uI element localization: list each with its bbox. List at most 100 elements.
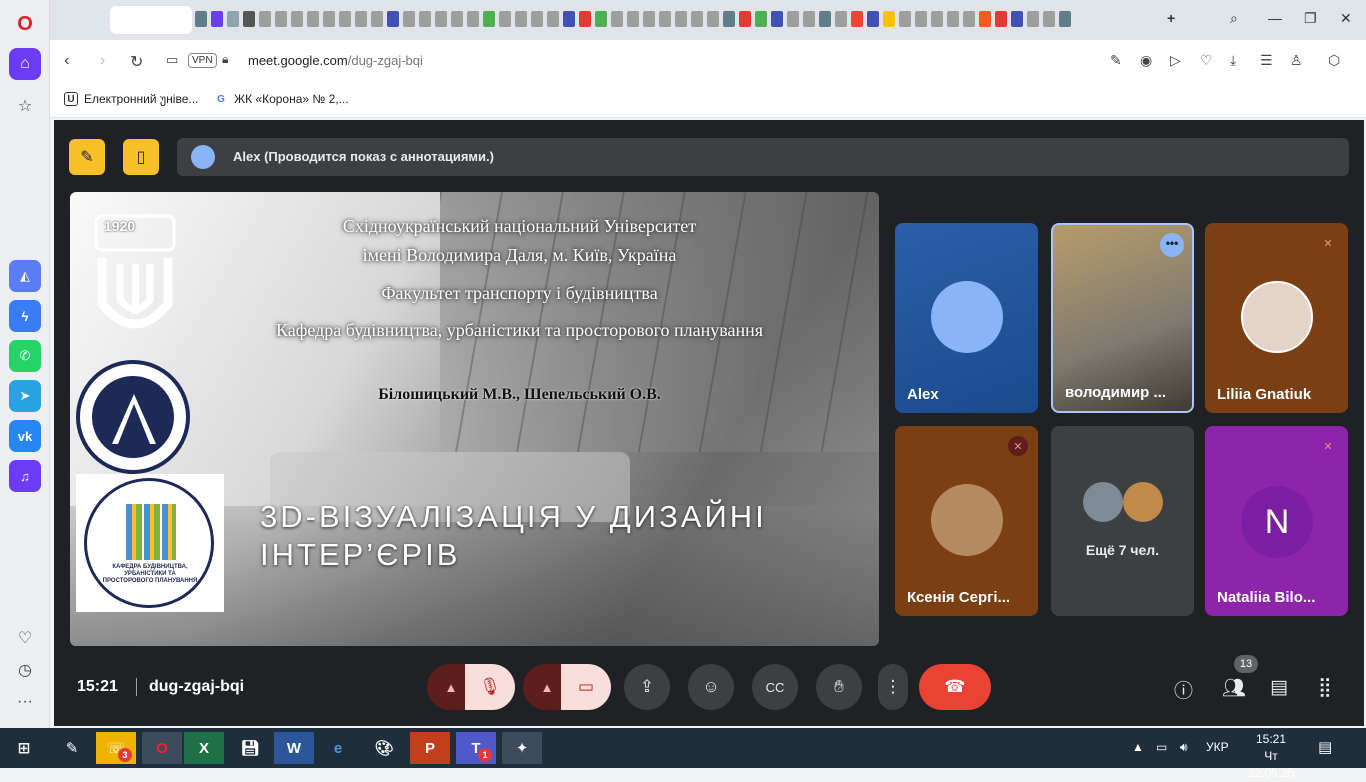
google-icon: G	[217, 93, 225, 105]
teams-badge: 1	[478, 748, 492, 762]
excel-icon[interactable]: X	[184, 732, 224, 764]
presentation-banner: Alex (Проводится показ с аннотациями.)	[177, 138, 1349, 176]
participant-tile-volodymyr[interactable]: ••• володимир ...	[1051, 223, 1194, 413]
forward-icon[interactable]: ›	[100, 52, 105, 70]
teams-icon[interactable]: T 1	[456, 732, 496, 764]
vk-icon[interactable]: vk	[9, 420, 41, 452]
opera-sidebar: O ⌂ ☆ ◭ ϟ ✆ ➤ vk ♫ ♡ ◷ ···	[0, 0, 50, 728]
url-path: /dug-zgaj-bqi	[347, 53, 423, 68]
aria-icon[interactable]: ◭	[9, 260, 41, 292]
mic-off-button[interactable]: 🎙︎	[465, 664, 515, 710]
back-icon[interactable]: ‹	[64, 52, 69, 70]
mic-off-icon: ✕	[1008, 436, 1028, 456]
emoji-button[interactable]: ☺	[688, 664, 734, 710]
url-field[interactable]: meet.google.com/dug-zgaj-bqi	[248, 53, 423, 68]
notifications-icon[interactable]: ▤	[1318, 738, 1332, 756]
save-disk-icon[interactable]: 💾︎	[230, 732, 270, 764]
slide-title-line2: ІНТЕР’ЄРІВ	[260, 537, 461, 572]
participant-name: Liliia Gnatiuk	[1217, 386, 1312, 403]
slide-title-line1: 3D-ВІЗУАЛІЗАЦІЯ У ДИЗАЙНІ	[260, 499, 767, 534]
avatar	[1123, 482, 1163, 522]
avatar	[931, 484, 1003, 556]
close-icon[interactable]: ✕	[1340, 10, 1352, 27]
search-tabs-icon[interactable]: ⌕	[1230, 10, 1238, 27]
profile-icon[interactable]: ♙	[1290, 52, 1303, 69]
more-options-button[interactable]: ⋮	[878, 664, 908, 710]
powerpoint-icon[interactable]: P	[410, 732, 450, 764]
participant-tile-kseniia[interactable]: ✕ Ксенія Сергі...	[895, 426, 1038, 616]
leave-call-button[interactable]: ☎︎	[919, 664, 991, 710]
history-icon[interactable]: ◷	[9, 654, 41, 686]
extensions-icon[interactable]: ⬡	[1328, 52, 1340, 69]
snapshot-icon[interactable]: ◉	[1140, 52, 1152, 69]
paint-icon[interactable]: 🎨︎	[364, 732, 404, 764]
annotation-panel-icon[interactable]: ▯	[123, 139, 159, 175]
avatar	[931, 281, 1003, 353]
reload-icon[interactable]: ↻	[130, 52, 143, 72]
activities-icon[interactable]: ⣿	[1318, 676, 1332, 699]
star-icon[interactable]: ☆	[9, 90, 41, 122]
participant-tile-others[interactable]: Ещё 7 чел.	[1051, 426, 1194, 616]
participant-name: Nataliia Bilo...	[1217, 589, 1316, 606]
chat-icon[interactable]: ▤	[1270, 676, 1288, 699]
pinned-app-icon[interactable]: ✎	[52, 732, 92, 764]
more-options-icon[interactable]: •••	[1160, 233, 1184, 257]
stop-annotation-icon[interactable]: ✎	[69, 139, 105, 175]
taskbar-clock[interactable]: 15:21 Чт 22.05.25	[1240, 731, 1302, 782]
home-icon[interactable]: ⌂	[9, 48, 41, 80]
department-badge-icon: КАФЕДРА БУДІВНИЦТВА, УРБАНІСТИКИ ТА ПРОС…	[76, 474, 224, 612]
raise-hand-button[interactable]: ✋︎	[816, 664, 862, 710]
captions-button[interactable]: CC	[752, 664, 798, 710]
opera-taskbar-icon[interactable]: O	[142, 732, 182, 764]
tab-google-meet[interactable]	[110, 6, 192, 34]
messenger-icon[interactable]: ϟ	[9, 300, 41, 332]
participant-name: володимир ...	[1065, 384, 1167, 401]
bookmark-university[interactable]: U Електронний უніве...	[64, 92, 198, 106]
opera-logo-icon[interactable]: O	[9, 8, 41, 40]
participant-tile-nataliia[interactable]: ✕ N Nataliia Bilo...	[1205, 426, 1348, 616]
others-count: Ещё 7 чел.	[1085, 542, 1160, 558]
menu-icon[interactable]: ☰	[1260, 52, 1273, 69]
maximize-icon[interactable]: ❐	[1304, 10, 1317, 27]
participant-tile-alex[interactable]: Alex	[895, 223, 1038, 413]
edit-icon[interactable]: ✎	[1110, 52, 1122, 69]
participant-name: Ксенія Сергі...	[907, 589, 1011, 606]
volume-icon[interactable]: 🔊︎	[1180, 740, 1188, 755]
favorite-icon[interactable]: ♡	[1200, 52, 1213, 69]
bookmarks-bar: U Електронний უніве... G ЖК «Корона» № 2…	[50, 82, 1366, 118]
new-tab-icon[interactable]: +	[1167, 10, 1175, 26]
tray-chevron-icon[interactable]: ▲	[1132, 740, 1144, 754]
lock-icon[interactable]: 🔒︎	[222, 52, 228, 67]
battery-icon[interactable]: ▭	[1156, 740, 1167, 754]
faculty-road-shape-inner	[118, 404, 150, 444]
people-icon[interactable]: 👥︎	[1222, 676, 1246, 700]
whatsapp-icon[interactable]: ✆	[9, 340, 41, 372]
windows-start-icon[interactable]: ⊞	[4, 732, 44, 764]
more-icon[interactable]: ···	[9, 686, 41, 718]
bookmark-label: Електронний უніве...	[84, 92, 199, 106]
presenter-avatar	[191, 145, 215, 169]
participant-tile-liliia[interactable]: ✕ Liliia Gnatiuk	[1205, 223, 1348, 413]
minimize-icon[interactable]: —	[1268, 10, 1282, 26]
word-icon[interactable]: W	[274, 732, 314, 764]
tab-favicons[interactable]	[195, 10, 1205, 30]
camera-off-button[interactable]: ▭	[561, 664, 611, 710]
presentation-slide[interactable]: 1920 КАФЕДРА БУДІВНИЦТВА, УРБАНІСТИКИ ТА…	[70, 192, 879, 646]
avatar	[1241, 281, 1313, 353]
meeting-details-icon[interactable]: ⓘ	[1174, 676, 1193, 703]
heart-icon[interactable]: ♡	[9, 622, 41, 654]
present-screen-button[interactable]: ⇪	[624, 664, 670, 710]
slide-line-university: Східноукраїнський національний Університ…	[342, 216, 697, 236]
language-indicator[interactable]: УКР	[1206, 740, 1229, 754]
player-icon[interactable]: ♫	[9, 460, 41, 492]
download-icon[interactable]: ⤓	[1230, 52, 1236, 69]
vpn-badge[interactable]: VPN	[188, 53, 217, 68]
url-host: meet.google.com	[248, 53, 348, 68]
internet-explorer-icon[interactable]: e	[318, 732, 358, 764]
viber-icon[interactable]: ☏ 3	[96, 732, 136, 764]
send-icon[interactable]: ▷	[1170, 52, 1181, 69]
camera-indicator-icon[interactable]: ▭	[166, 52, 178, 68]
telegram-icon[interactable]: ➤	[9, 380, 41, 412]
network-tool-icon[interactable]: ✦	[502, 732, 542, 764]
bookmark-korona[interactable]: G ЖК «Корона» № 2,...	[214, 92, 349, 106]
